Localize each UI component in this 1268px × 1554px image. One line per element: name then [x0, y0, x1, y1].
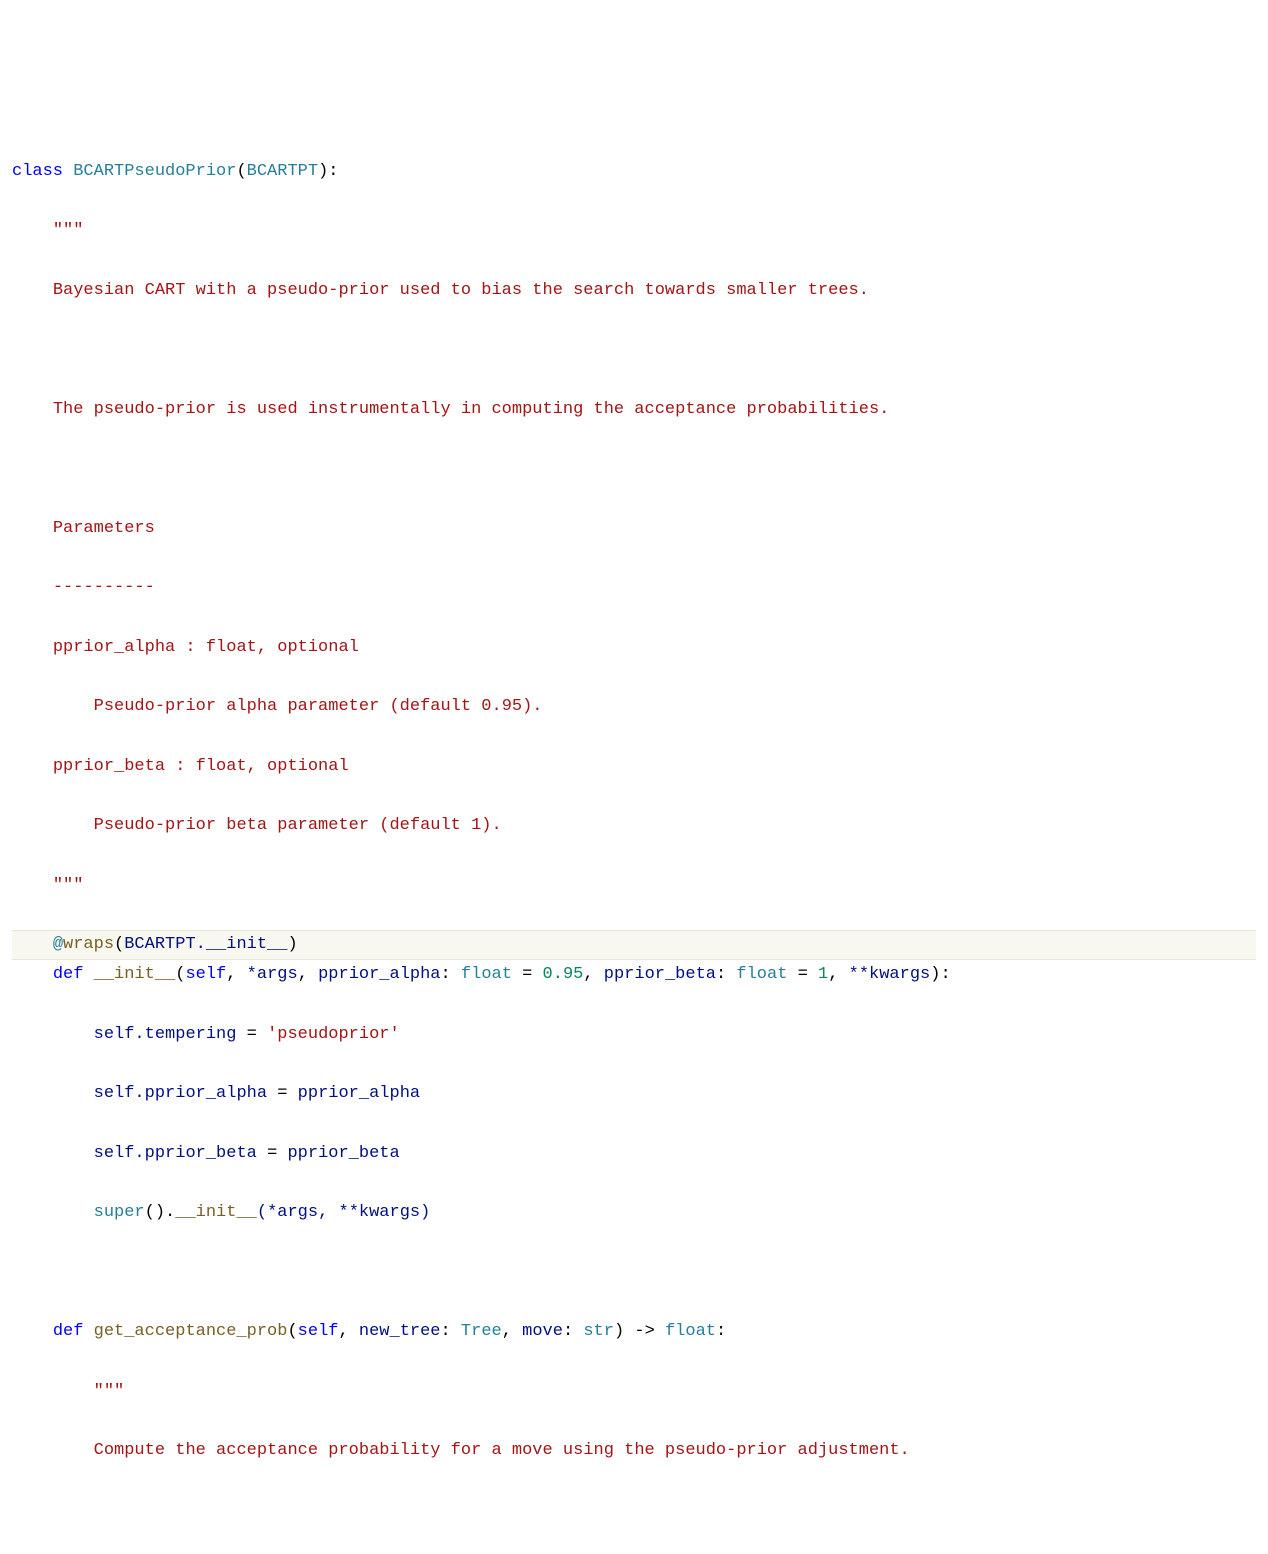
param-pprior-beta: pprior_beta [604, 965, 716, 984]
code-line: The pseudo-prior is used instrumentally … [12, 395, 1256, 425]
code-line: """ [12, 871, 1256, 901]
type-float: float [736, 965, 787, 984]
class-name: BCARTPseudoPrior [73, 162, 236, 181]
base-class: BCARTPT [247, 162, 318, 181]
code-line: ---------- [12, 573, 1256, 603]
assign-rhs: pprior_beta [287, 1144, 399, 1163]
init-call: __init__ [175, 1203, 257, 1222]
code-line: super().__init__(*args, **kwargs) [12, 1198, 1256, 1228]
param-pprior-alpha: pprior_alpha [318, 965, 440, 984]
call-args: (*args, **kwargs) [257, 1203, 430, 1222]
super-call: super [94, 1203, 145, 1222]
assign-lhs: self.pprior_alpha [94, 1084, 267, 1103]
code-line [12, 1258, 1256, 1288]
docstring-text: The pseudo-prior is used instrumentally … [53, 400, 890, 419]
self-param: self [298, 1322, 339, 1341]
code-line-highlighted: @wraps(BCARTPT.__init__) [12, 930, 1256, 960]
docstring-text: Compute the acceptance probability for a… [94, 1441, 910, 1460]
param-move: move [522, 1322, 563, 1341]
code-line: self.tempering = 'pseudoprior' [12, 1020, 1256, 1050]
code-line: Bayesian CART with a pseudo-prior used t… [12, 276, 1256, 306]
decorator-arg: BCARTPT.__init__ [124, 935, 287, 954]
code-line: self.pprior_alpha = pprior_alpha [12, 1079, 1256, 1109]
method-name: __init__ [94, 965, 176, 984]
param-new-tree: new_tree [359, 1322, 441, 1341]
return-type: float [665, 1322, 716, 1341]
docstring-param-desc: Pseudo-prior beta parameter (default 1). [94, 816, 502, 835]
keyword-def: def [53, 965, 84, 984]
code-line: """ [12, 216, 1256, 246]
default-0.95: 0.95 [543, 965, 584, 984]
code-editor[interactable]: class BCARTPseudoPrior(BCARTPT): """ Bay… [12, 127, 1256, 1496]
code-line: Compute the acceptance probability for a… [12, 1436, 1256, 1466]
docstring-dashes: ---------- [53, 578, 155, 597]
docstring-quotes: """ [94, 1382, 125, 1401]
docstring-params-header: Parameters [53, 519, 155, 538]
assign-rhs: 'pseudoprior' [267, 1025, 400, 1044]
code-line [12, 454, 1256, 484]
code-line: def __init__(self, *args, pprior_alpha: … [12, 960, 1256, 990]
args-param: *args [247, 965, 298, 984]
code-line: pprior_alpha : float, optional [12, 633, 1256, 663]
docstring-text: Bayesian CART with a pseudo-prior used t… [53, 281, 869, 300]
type-tree: Tree [461, 1322, 502, 1341]
code-line: Parameters [12, 514, 1256, 544]
docstring-param: pprior_beta : float, optional [53, 757, 349, 776]
assign-lhs: self.tempering [94, 1025, 237, 1044]
code-line: def get_acceptance_prob(self, new_tree: … [12, 1317, 1256, 1347]
keyword-def: def [53, 1322, 84, 1341]
code-line: Pseudo-prior beta parameter (default 1). [12, 811, 1256, 841]
docstring-quotes: """ [53, 876, 84, 895]
type-float: float [461, 965, 512, 984]
code-line [12, 335, 1256, 365]
assign-lhs: self.pprior_beta [94, 1144, 257, 1163]
default-1: 1 [818, 965, 828, 984]
keyword-class: class [12, 162, 63, 181]
code-line: class BCARTPseudoPrior(BCARTPT): [12, 157, 1256, 187]
code-line: Pseudo-prior alpha parameter (default 0.… [12, 692, 1256, 722]
assign-rhs: pprior_alpha [298, 1084, 420, 1103]
docstring-param-desc: Pseudo-prior alpha parameter (default 0.… [94, 697, 543, 716]
decorator-name: wraps [63, 935, 114, 954]
type-str: str [583, 1322, 614, 1341]
code-line: pprior_beta : float, optional [12, 752, 1256, 782]
docstring-param: pprior_alpha : float, optional [53, 638, 359, 657]
decorator-at: @ [53, 935, 63, 954]
code-line: self.pprior_beta = pprior_beta [12, 1139, 1256, 1169]
kwargs-param: **kwargs [849, 965, 931, 984]
code-line: """ [12, 1377, 1256, 1407]
docstring-quotes: """ [53, 221, 84, 240]
self-param: self [185, 965, 226, 984]
method-name: get_acceptance_prob [94, 1322, 288, 1341]
